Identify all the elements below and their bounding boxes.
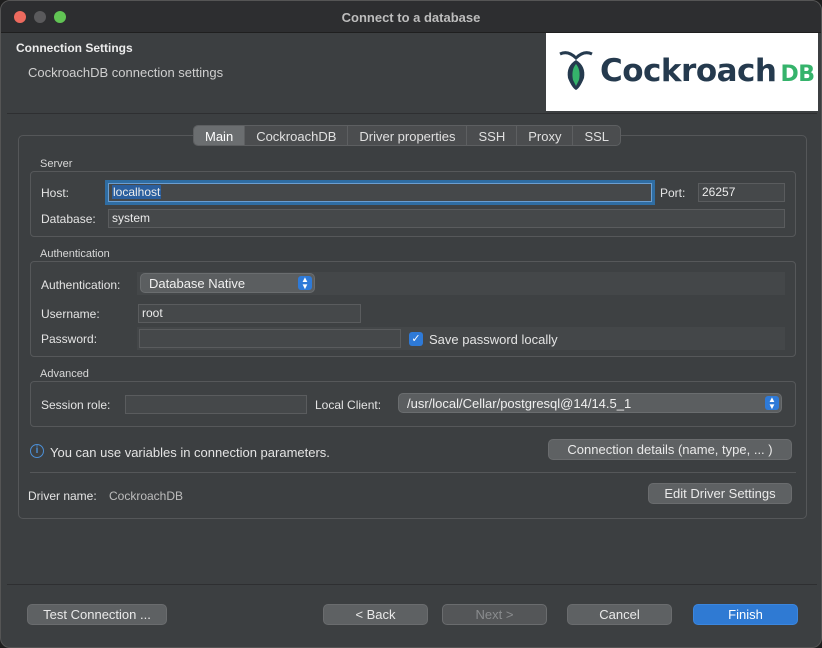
local-client-value: /usr/local/Cellar/postgresql@14/14.5_1	[407, 396, 632, 411]
cancel-button[interactable]: Cancel	[567, 604, 672, 625]
host-input[interactable]: localhost	[108, 183, 652, 202]
save-password-label: Save password locally	[429, 332, 558, 347]
local-client-label: Local Client:	[315, 398, 382, 412]
tab-ssl[interactable]: SSL	[573, 126, 620, 145]
tab-driver-properties[interactable]: Driver properties	[348, 126, 468, 145]
database-label: Database:	[41, 212, 96, 226]
header-subtitle: CockroachDB connection settings	[28, 65, 224, 80]
port-input[interactable]: 26257	[698, 183, 785, 202]
tab-proxy[interactable]: Proxy	[517, 126, 574, 145]
tab-cockroachdb[interactable]: CockroachDB	[245, 126, 349, 145]
title-bar: Connect to a database	[1, 1, 821, 33]
header-divider	[7, 113, 817, 114]
port-label: Port:	[660, 186, 686, 200]
tab-main[interactable]: Main	[194, 126, 246, 145]
database-input[interactable]: system	[108, 209, 785, 228]
cockroach-icon	[559, 51, 593, 90]
logo-name: Cockroach	[600, 53, 777, 89]
edit-driver-settings-button[interactable]: Edit Driver Settings	[648, 483, 792, 504]
connect-dialog: Connect to a database Connection Setting…	[0, 0, 822, 648]
advanced-group-label: Advanced	[40, 368, 89, 380]
password-label: Password:	[41, 332, 98, 346]
session-role-input[interactable]	[125, 395, 307, 414]
variables-hint: You can use variables in connection para…	[50, 445, 330, 460]
cockroachdb-logo: Cockroach DB	[546, 33, 818, 111]
select-arrows-icon: ▲ ▼	[765, 396, 779, 411]
finish-button[interactable]: Finish	[693, 604, 798, 625]
password-input[interactable]	[139, 329, 401, 348]
window-title: Connect to a database	[341, 10, 481, 25]
username-input[interactable]: root	[138, 304, 361, 323]
select-arrows-icon: ▲ ▼	[298, 276, 312, 291]
driver-name-label: Driver name:	[28, 489, 97, 503]
authentication-value: Database Native	[149, 276, 246, 291]
authentication-select[interactable]: Database Native ▲ ▼	[140, 273, 315, 293]
local-client-select[interactable]: /usr/local/Cellar/postgresql@14/14.5_1 ▲…	[398, 393, 782, 413]
tab-ssh[interactable]: SSH	[467, 126, 518, 145]
auth-group-label: Authentication	[40, 248, 110, 260]
save-password-checkbox[interactable]: ✓	[409, 332, 423, 346]
info-icon: i	[30, 444, 44, 458]
server-group-label: Server	[40, 158, 73, 170]
logo-suffix: DB	[780, 62, 816, 87]
next-button[interactable]: Next >	[442, 604, 547, 625]
driver-name-value: CockroachDB	[109, 489, 184, 503]
host-label: Host:	[41, 186, 70, 200]
logo-wordmark: Cockroach DB	[600, 53, 815, 89]
driver-divider	[30, 472, 796, 473]
host-value: localhost	[112, 185, 162, 199]
connection-details-button[interactable]: Connection details (name, type, ... )	[548, 439, 792, 460]
header-title: Connection Settings	[16, 41, 133, 55]
settings-tabs: Main CockroachDB Driver properties SSH P…	[193, 125, 622, 146]
session-role-label: Session role:	[41, 398, 111, 412]
back-button[interactable]: < Back	[323, 604, 428, 625]
username-label: Username:	[41, 307, 100, 321]
test-connection-button[interactable]: Test Connection ...	[27, 604, 167, 625]
authentication-label: Authentication:	[41, 278, 121, 292]
